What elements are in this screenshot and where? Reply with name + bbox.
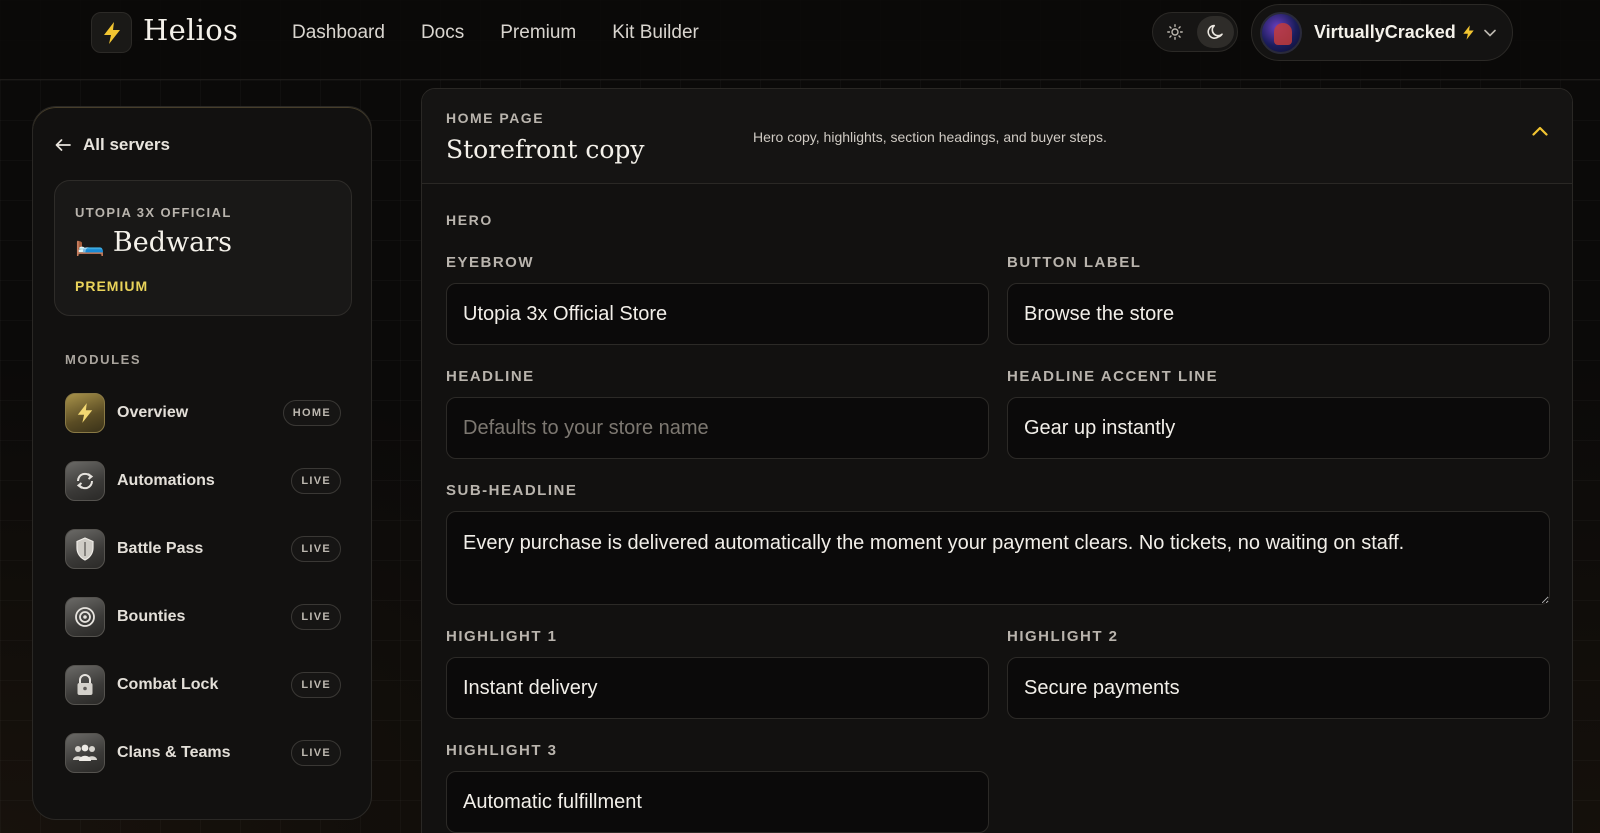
- lock-icon: [65, 665, 105, 705]
- all-servers-link[interactable]: All servers: [55, 135, 170, 155]
- section-heading-hero: HERO: [446, 212, 493, 228]
- status-badge: HOME: [282, 400, 341, 426]
- headline-input[interactable]: [446, 397, 989, 459]
- server-card: UTOPIA 3X OFFICIAL 🛏️ Bedwars PREMIUM: [54, 180, 352, 316]
- brand-name[interactable]: Helios: [143, 13, 238, 47]
- status-badge: LIVE: [291, 604, 341, 630]
- panel-eyebrow: HOME PAGE: [446, 110, 545, 126]
- target-icon: [65, 597, 105, 637]
- sidebar-item-clans-teams[interactable]: Clans & Teams LIVE: [65, 731, 341, 775]
- arrow-left-icon: [55, 139, 71, 151]
- lightning-icon: [103, 21, 120, 44]
- server-network: UTOPIA 3X OFFICIAL: [75, 205, 232, 220]
- cycle-icon: [65, 461, 105, 501]
- headline-accent-input[interactable]: [1007, 397, 1550, 459]
- sidebar-item-bounties[interactable]: Bounties LIVE: [65, 595, 341, 639]
- status-badge: LIVE: [291, 672, 341, 698]
- highlight-3-input[interactable]: [446, 771, 989, 833]
- button-label-input[interactable]: [1007, 283, 1550, 345]
- storefront-copy-panel: HOME PAGE Storefront copy Hero copy, hig…: [421, 88, 1573, 833]
- sidebar-item-overview[interactable]: Overview HOME: [65, 391, 341, 435]
- status-badge: LIVE: [291, 536, 341, 562]
- avatar: [1260, 11, 1302, 54]
- username: VirtuallyCracked: [1314, 22, 1456, 42]
- main-nav: Dashboard Docs Premium Kit Builder: [292, 22, 699, 44]
- all-servers-label: All servers: [83, 135, 170, 154]
- lightning-icon: [1463, 25, 1474, 40]
- sidebar-item-battle-pass[interactable]: Battle Pass LIVE: [65, 527, 341, 571]
- premium-badge: PREMIUM: [75, 278, 149, 294]
- sidebar-item-label: Combat Lock: [117, 676, 219, 693]
- lightning-icon: [65, 393, 105, 433]
- theme-toggle: [1152, 12, 1238, 52]
- moon-icon: [1207, 24, 1223, 39]
- status-badge: LIVE: [291, 740, 341, 766]
- nav-docs[interactable]: Docs: [421, 22, 464, 44]
- light-theme-button[interactable]: [1156, 16, 1193, 48]
- highlight-1-input[interactable]: [446, 657, 989, 719]
- sun-icon: [1166, 24, 1183, 40]
- dark-theme-button[interactable]: [1197, 16, 1234, 48]
- sidebar-item-automations[interactable]: Automations LIVE: [65, 459, 341, 503]
- nav-premium[interactable]: Premium: [500, 22, 576, 44]
- top-bar: Helios Dashboard Docs Premium Kit Builde…: [0, 0, 1600, 80]
- collapse-button[interactable]: [1532, 123, 1548, 141]
- team-icon: [65, 733, 105, 773]
- panel-header[interactable]: HOME PAGE Storefront copy Hero copy, hig…: [422, 89, 1572, 184]
- bed-icon: 🛏️: [75, 228, 105, 257]
- logo[interactable]: [91, 12, 132, 53]
- highlight-3-label: HIGHLIGHT 3: [446, 742, 558, 759]
- nav-kit-builder[interactable]: Kit Builder: [612, 22, 699, 44]
- sidebar-item-label: Bounties: [117, 608, 186, 625]
- subheadline-textarea[interactable]: Every purchase is delivered automaticall…: [446, 511, 1550, 605]
- nav-dashboard[interactable]: Dashboard: [292, 22, 385, 44]
- sidebar-item-combat-lock[interactable]: Combat Lock LIVE: [65, 663, 341, 707]
- highlight-2-label: HIGHLIGHT 2: [1007, 628, 1119, 645]
- subheadline-label: SUB-HEADLINE: [446, 482, 578, 499]
- button-label-label: BUTTON LABEL: [1007, 254, 1142, 271]
- modules-heading: MODULES: [65, 352, 142, 367]
- highlight-1-label: HIGHLIGHT 1: [446, 628, 558, 645]
- headline-accent-label: HEADLINE ACCENT LINE: [1007, 368, 1219, 385]
- sidebar: All servers UTOPIA 3X OFFICIAL 🛏️ Bedwar…: [32, 106, 372, 820]
- sidebar-item-label: Battle Pass: [117, 540, 204, 557]
- chevron-up-icon: [1532, 126, 1548, 136]
- server-name: Bedwars: [112, 227, 232, 258]
- sidebar-item-label: Clans & Teams: [117, 744, 231, 761]
- sidebar-item-label: Overview: [117, 404, 189, 421]
- panel-description: Hero copy, highlights, section headings,…: [753, 129, 1107, 145]
- headline-label: HEADLINE: [446, 368, 535, 385]
- server-title: 🛏️ Bedwars: [75, 227, 232, 258]
- chevron-down-icon: [1484, 29, 1496, 37]
- eyebrow-input[interactable]: [446, 283, 989, 345]
- highlight-2-input[interactable]: [1007, 657, 1550, 719]
- user-menu[interactable]: VirtuallyCracked: [1251, 4, 1513, 61]
- sidebar-item-label: Automations: [117, 472, 215, 489]
- panel-title: Storefront copy: [446, 135, 645, 164]
- status-badge: LIVE: [291, 468, 341, 494]
- eyebrow-label: EYEBROW: [446, 254, 535, 271]
- shield-icon: [65, 529, 105, 569]
